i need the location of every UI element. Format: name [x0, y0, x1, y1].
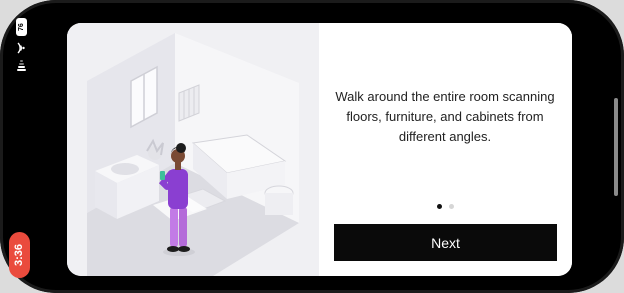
page-dot-2[interactable] [449, 204, 454, 209]
wifi-icon [17, 42, 25, 54]
instruction-text: Walk around the entire room scanning flo… [335, 89, 555, 144]
phone-frame: 76 3:36 Walk around the entire room scan… [0, 0, 624, 293]
battery-level: 76 [17, 23, 25, 31]
room-scanning-illustration [67, 23, 319, 276]
home-indicator[interactable] [614, 98, 618, 196]
battery-icon: 76 [15, 18, 27, 36]
next-button[interactable]: Next [334, 224, 557, 261]
page-indicator [319, 204, 572, 209]
recording-time-pill[interactable]: 3:36 [9, 232, 30, 278]
onboarding-panel: Walk around the entire room scanning flo… [319, 23, 572, 276]
onboarding-screen: Walk around the entire room scanning flo… [67, 23, 572, 276]
status-time: 3:36 [13, 243, 26, 267]
cellular-signal-icon [16, 60, 26, 71]
status-bar: 76 [8, 18, 34, 71]
page-dot-1[interactable] [437, 204, 442, 209]
